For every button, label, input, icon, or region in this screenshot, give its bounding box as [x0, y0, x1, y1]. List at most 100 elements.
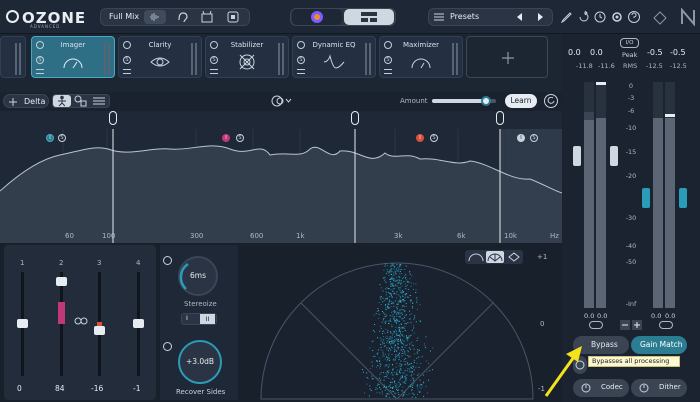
power-icon[interactable] [123, 41, 131, 49]
add-module-button[interactable] [466, 36, 548, 78]
list-icon[interactable] [210, 69, 218, 74]
mode-person-button[interactable] [53, 95, 71, 107]
crossover-handle-3[interactable] [496, 111, 504, 125]
module-tile-maximizer[interactable]: Maximizer S [379, 36, 463, 78]
scope-dot [387, 358, 389, 360]
solo-icon[interactable]: S [297, 56, 305, 64]
recover-power-icon[interactable] [163, 342, 172, 351]
waveform-button[interactable] [144, 10, 166, 24]
link-dropdown-icon[interactable] [271, 95, 293, 107]
link-bands-icon[interactable] [74, 316, 88, 326]
power-icon[interactable] [384, 41, 392, 49]
crossover-handle-1[interactable] [109, 111, 117, 125]
stop-icon[interactable] [226, 10, 240, 24]
stereoize-mode-2[interactable]: II [200, 314, 215, 324]
pencil-icon[interactable] [560, 10, 574, 24]
list-icon[interactable] [123, 69, 131, 74]
view-modules-button[interactable] [344, 9, 394, 25]
help-icon[interactable] [627, 10, 641, 24]
gain-increase-button[interactable] [632, 320, 642, 330]
power-icon[interactable] [36, 41, 44, 49]
scope-dot [386, 286, 388, 288]
module-rack-icon[interactable] [200, 10, 214, 24]
learn-button[interactable]: Learn [505, 94, 537, 108]
solo-icon[interactable]: S [36, 56, 44, 64]
ear-icon[interactable] [175, 10, 189, 24]
crossover-handle-2[interactable] [351, 111, 359, 125]
scope-dot [396, 279, 398, 281]
input-gain-thumb[interactable] [573, 146, 581, 166]
band-4-power[interactable]: I [517, 134, 525, 142]
scope-dot [385, 322, 386, 324]
band-2-solo[interactable]: S [236, 134, 244, 142]
scope-dot [425, 336, 427, 338]
stereoize-mode-1[interactable]: I [186, 314, 188, 322]
band-1-solo[interactable]: S [58, 134, 66, 142]
input-link-button[interactable] [589, 321, 603, 329]
output-gain-thumb[interactable] [642, 188, 650, 208]
prev-module-tile[interactable] [0, 36, 26, 78]
band-2-power[interactable]: I [222, 134, 230, 142]
codec-label: Codec [601, 383, 623, 391]
module-tile-dynamic-eq[interactable]: Dynamic EQ S [292, 36, 376, 78]
band-1-power[interactable]: I [46, 134, 54, 142]
full-mix-button[interactable]: Full Mix [109, 12, 139, 21]
stereoize-knob[interactable]: 6ms [178, 256, 218, 296]
next-preset-icon[interactable] [535, 12, 545, 22]
module-tile-clarity[interactable]: Clarity S [118, 36, 202, 78]
module-tile-stabilizer[interactable]: Stabilizer S [205, 36, 289, 78]
shapes-icon[interactable] [74, 95, 88, 107]
band-4-width-thumb[interactable] [133, 319, 144, 328]
solo-icon[interactable]: S [210, 56, 218, 64]
input-gain-thumb-r[interactable] [610, 146, 618, 166]
output-link-button[interactable] [659, 321, 673, 329]
spectrum-display[interactable]: I S I S I S I S 60 100 300 600 1k 3k 6k … [0, 111, 562, 243]
solo-icon[interactable]: S [123, 56, 131, 64]
scope-dot [403, 297, 405, 299]
stereoize-power-icon[interactable] [163, 256, 172, 265]
gain-match-button[interactable]: Gain Match [631, 336, 687, 354]
scope-dot [411, 389, 413, 391]
band-3-solo[interactable]: S [430, 134, 438, 142]
list-icon[interactable] [384, 69, 392, 74]
scope-dot [386, 396, 388, 398]
band-1-width-thumb[interactable] [17, 319, 28, 328]
scope-dot [388, 365, 390, 367]
scope-dot [392, 311, 394, 313]
power-icon[interactable] [210, 41, 218, 49]
gain-decrease-button[interactable] [620, 320, 630, 330]
solo-icon[interactable]: S [384, 56, 392, 64]
scope-dot [401, 390, 403, 392]
prev-preset-icon[interactable] [515, 12, 525, 22]
recover-sides-knob[interactable]: +3.0dB [178, 340, 222, 384]
power-icon[interactable] [297, 41, 305, 49]
scope-dot [384, 389, 386, 391]
list-icon[interactable] [297, 69, 305, 74]
band-4-solo[interactable]: S [530, 134, 538, 142]
scope-dot [390, 332, 392, 334]
module-tile-imager[interactable]: Imager S [31, 36, 115, 78]
io-button[interactable]: I/O [620, 38, 639, 48]
scope-dot [409, 295, 411, 296]
layers-icon[interactable] [92, 95, 106, 107]
output-gain-thumb-r[interactable] [679, 188, 687, 208]
scope-dot [412, 366, 414, 368]
view-vintage-button[interactable] [292, 9, 342, 25]
band-3-power[interactable]: I [416, 134, 424, 142]
dither-button[interactable]: Dither [631, 379, 687, 397]
redo-icon[interactable] [577, 10, 591, 24]
history-icon[interactable] [593, 10, 607, 24]
scope-dot [407, 289, 409, 290]
list-icon[interactable] [36, 69, 44, 74]
scope-dot [401, 290, 403, 292]
reset-button[interactable] [544, 94, 558, 108]
scope-dot [382, 301, 384, 303]
delta-button[interactable]: Delta [3, 94, 49, 108]
band-2-width-slider[interactable] [60, 272, 63, 376]
scope-dot [368, 395, 370, 397]
scope-dot [404, 315, 406, 317]
amount-slider[interactable] [432, 96, 496, 106]
gear-icon[interactable] [610, 10, 624, 24]
band-2-width-thumb[interactable] [56, 277, 67, 286]
band-3-width-thumb[interactable] [94, 326, 105, 335]
